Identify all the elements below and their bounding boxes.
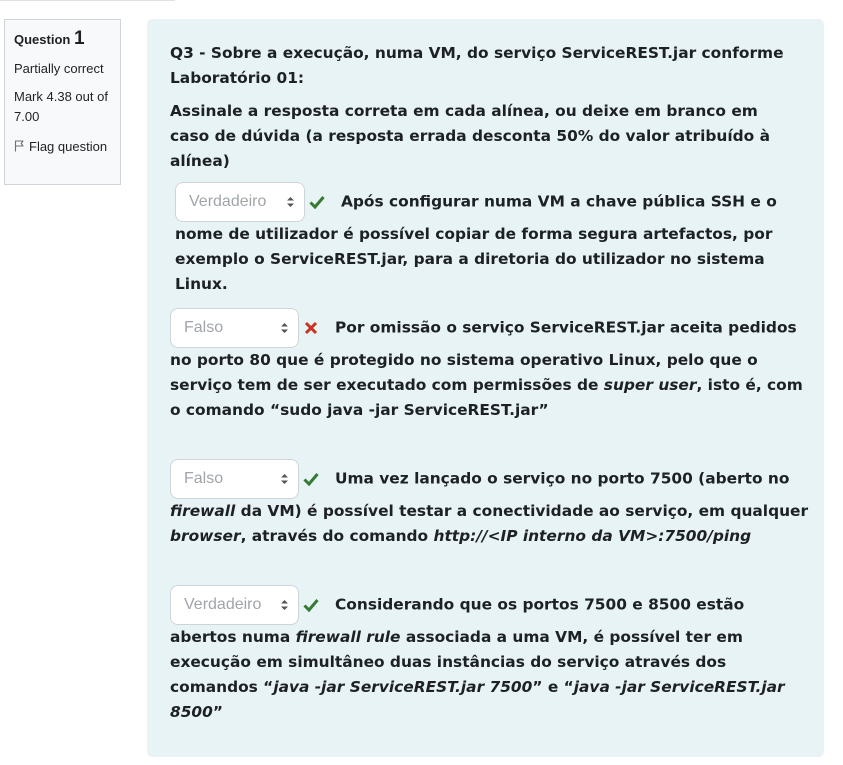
subquestion-3-text-2: da VM) é possível testar a conectividade… <box>235 502 809 520</box>
top-divider <box>0 0 175 1</box>
answer-select-3[interactable]: Falso <box>170 459 299 499</box>
answer-select-1[interactable]: Verdadeiro <box>175 182 305 222</box>
flag-outline-icon <box>14 140 24 152</box>
subquestion-3-text-3: , através do comando <box>240 527 434 545</box>
check-icon <box>303 599 319 613</box>
question-content: Q3 - Sobre a execução, numa VM, do servi… <box>147 19 824 757</box>
answer-select-3-value: Falso <box>184 470 224 487</box>
answer-select-2-value: Falso <box>184 319 224 336</box>
subquestion-1: Verdadeiro Após configurar numa VM a cha… <box>175 182 795 297</box>
answer-select-4[interactable]: Verdadeiro <box>170 585 299 625</box>
subquestion-3-emphasis-3: http://<IP interno da VM>:7500/ping <box>433 527 752 545</box>
cross-icon <box>304 321 318 335</box>
question-info-panel: Question 1 Partially correct Mark 4.38 o… <box>4 19 121 185</box>
question-instructions: Assinale a resposta correta em cada alín… <box>170 102 770 170</box>
question-label: Question <box>14 32 71 47</box>
subquestion-4-text-3: ” e “ <box>532 678 574 696</box>
question-title: Q3 - Sobre a execução, numa VM, do servi… <box>170 44 784 87</box>
select-arrows-icon <box>281 474 288 484</box>
subquestion-3: Falso Uma vez lançado o serviço no porto… <box>170 459 810 549</box>
answer-select-2[interactable]: Falso <box>170 308 299 348</box>
answer-select-4-value: Verdadeiro <box>184 596 262 613</box>
question-state: Partially correct <box>14 61 104 76</box>
select-arrows-icon <box>287 197 294 207</box>
subquestion-4-emphasis-2: java -jar ServiceREST.jar 7500 <box>273 678 533 696</box>
select-arrows-icon <box>281 323 288 333</box>
answer-select-1-value: Verdadeiro <box>189 193 267 210</box>
subquestion-3-emphasis-1: firewall <box>170 502 236 520</box>
subquestion-2-emphasis: super user <box>603 376 697 394</box>
flag-question-label: Flag question <box>29 139 108 154</box>
check-icon <box>303 473 319 487</box>
subquestion-4: Verdadeiro Considerando que os portos 75… <box>170 585 810 725</box>
subquestion-3-text: Uma vez lançado o serviço no porto 7500 … <box>335 469 790 488</box>
subquestion-4-emphasis-1: firewall rule <box>295 628 401 646</box>
subquestion-3-emphasis-2: browser <box>170 527 241 545</box>
subquestion-2: Falso Por omissão o serviço ServiceREST.… <box>170 308 810 423</box>
question-grade: Mark 4.38 out of 7.00 <box>14 89 108 124</box>
subquestion-4-text-4: ” <box>212 703 223 721</box>
select-arrows-icon <box>281 600 288 610</box>
question-number: Question 1 <box>14 28 111 50</box>
flag-question-link[interactable]: Flag question <box>14 137 111 157</box>
check-icon <box>309 196 325 210</box>
question-number-value: 1 <box>73 28 85 49</box>
